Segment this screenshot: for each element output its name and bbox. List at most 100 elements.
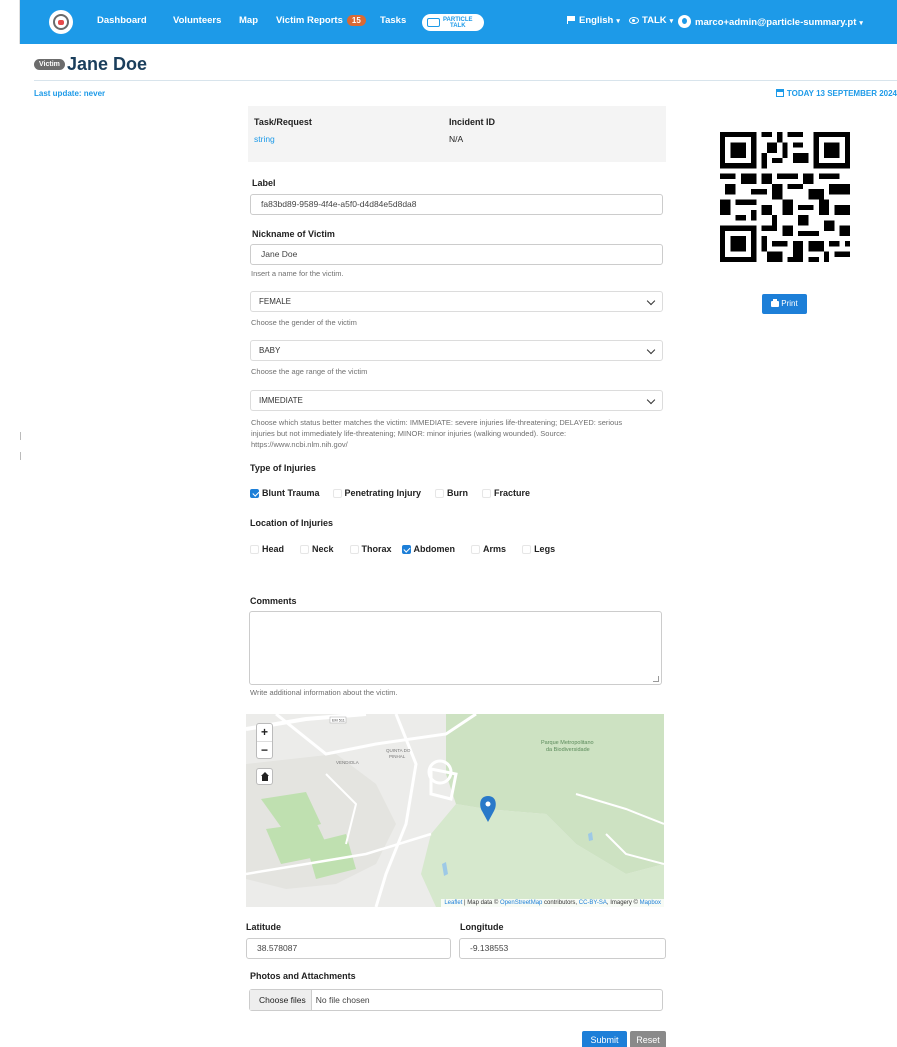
checkbox-fracture[interactable]: Fracture (482, 488, 530, 498)
nav-dashboard[interactable]: Dashboard (97, 15, 147, 26)
osm-link[interactable]: OpenStreetMap (500, 900, 542, 906)
print-button[interactable]: Print (762, 294, 807, 314)
map-label-place: QUINTA DO (386, 748, 411, 753)
page-title: Jane Doe (67, 54, 148, 74)
zoom-in-button[interactable]: + (257, 724, 272, 741)
nav-victim-reports[interactable]: Victim Reports 15 (276, 15, 366, 26)
label-input[interactable]: fa83bd89-9589-4f4e-a5f0-d4d84e5d8da8 (250, 194, 663, 215)
leaflet-link[interactable]: Leaflet (444, 900, 462, 906)
reset-button[interactable]: Reset (630, 1031, 666, 1047)
checkbox-label: Neck (312, 544, 334, 554)
zoom-out-button[interactable]: − (257, 741, 272, 758)
file-status-text: No file chosen (315, 995, 370, 1005)
caret-down-icon: ▾ (669, 18, 674, 25)
status-help: Choose which status better matches the v… (251, 417, 671, 450)
header-divider (34, 80, 897, 81)
status-selected-value: IMMEDIATE (259, 396, 303, 405)
checkbox-unchecked-icon[interactable] (522, 544, 532, 554)
age-help: Choose the age range of the victim (251, 367, 368, 376)
today-date: TODAY 13 SEPTEMBER 2024 (775, 89, 897, 98)
checkbox-label: Arms (483, 544, 507, 554)
checkbox-neck[interactable]: Neck (300, 544, 334, 554)
caret-down-icon: ▾ (859, 20, 863, 27)
mapbox-link[interactable]: Mapbox (640, 900, 661, 906)
attribution-text: | Map data © (462, 900, 501, 906)
age-range-select[interactable]: BABY (250, 340, 663, 361)
longitude-input[interactable]: -9.138553 (459, 938, 666, 959)
map-attribution: Leaflet | Map data © OpenStreetMap contr… (441, 899, 664, 907)
injury-location-checkboxes: Head Neck Thorax Abdomen Arms Legs (250, 544, 571, 554)
checkbox-label: Penetrating Injury (344, 488, 422, 498)
qr-code (720, 132, 850, 262)
checkbox-unchecked-icon[interactable] (250, 544, 259, 554)
location-map[interactable]: Parque Metropolitano da Biodiversidade Q… (246, 714, 664, 907)
status-select[interactable]: IMMEDIATE (250, 390, 663, 411)
task-request-link[interactable]: string (254, 134, 275, 144)
checkbox-arms[interactable]: Arms (471, 544, 506, 554)
latitude-label: Latitude (246, 922, 281, 932)
gender-select[interactable]: FEMALE (250, 291, 663, 312)
attribution-text: contributors, (542, 900, 579, 906)
chevron-down-icon (646, 395, 656, 405)
injury-type-checkboxes: Blunt Trauma Penetrating Injury Burn Fra… (250, 488, 546, 498)
checkbox-blunt-trauma[interactable]: Blunt Trauma (250, 488, 320, 498)
checkbox-legs[interactable]: Legs (522, 544, 555, 554)
label-field-label: Label (252, 178, 276, 188)
talk-dropdown[interactable]: TALK ▾ (629, 15, 673, 26)
nav-tasks[interactable]: Tasks (380, 15, 406, 26)
latitude-input[interactable]: 38.578087 (246, 938, 451, 959)
license-link[interactable]: CC-BY-SA (579, 900, 607, 906)
zoom-control: + − (256, 723, 273, 759)
checkbox-label: Fracture (494, 488, 531, 498)
home-icon[interactable] (256, 768, 273, 785)
checkbox-checked-icon[interactable] (250, 488, 259, 498)
map-label-place: VENDIOLA (336, 760, 359, 765)
user-dropdown[interactable]: marco+admin@particle-summary.pt ▾ (678, 15, 863, 28)
checkbox-unchecked-icon[interactable] (300, 544, 310, 554)
calendar-icon (775, 89, 784, 97)
checkbox-unchecked-icon[interactable] (332, 488, 342, 498)
map-tiles: Parque Metropolitano da Biodiversidade Q… (246, 714, 664, 907)
nav-map[interactable]: Map (239, 15, 258, 26)
victim-reports-count-badge: 15 (346, 15, 366, 26)
printer-icon (771, 299, 780, 307)
map-label-place: PINHAL (389, 754, 406, 759)
gender-selected-value: FEMALE (259, 297, 292, 306)
checkbox-unchecked-icon[interactable] (435, 488, 445, 498)
task-request-label: Task/Request (254, 117, 312, 127)
comments-label: Comments (250, 596, 297, 606)
app-logo[interactable] (49, 10, 73, 34)
checkbox-unchecked-icon[interactable] (482, 488, 492, 498)
checkbox-head[interactable]: Head (250, 544, 284, 554)
left-border-mark (20, 432, 21, 440)
checkbox-penetrating-injury[interactable]: Penetrating Injury (332, 488, 422, 498)
logo-heart-icon (53, 14, 69, 30)
language-dropdown[interactable]: English ▾ (567, 15, 620, 26)
photos-label: Photos and Attachments (250, 971, 356, 981)
checkbox-thorax[interactable]: Thorax (349, 544, 392, 554)
choose-files-button[interactable]: Choose files (250, 990, 312, 1010)
checkbox-unchecked-icon[interactable] (349, 544, 359, 554)
user-email: marco+admin@particle-summary.pt (695, 17, 857, 28)
resize-handle-icon[interactable] (653, 676, 659, 682)
comments-textarea[interactable] (249, 611, 662, 685)
submit-button[interactable]: Submit (582, 1031, 627, 1047)
map-label-park: Parque Metropolitano (541, 740, 594, 746)
file-input[interactable]: Choose files No file chosen (249, 989, 663, 1011)
nickname-help: Insert a name for the victim. (251, 269, 344, 278)
particle-talk-logo[interactable]: PARTICLE TALK (422, 14, 484, 31)
checkbox-checked-icon[interactable] (401, 544, 411, 554)
nav-victim-reports-label: Victim Reports (276, 15, 343, 26)
nickname-input[interactable]: Jane Doe (250, 244, 663, 265)
incident-id-label: Incident ID (449, 117, 496, 127)
checkbox-burn[interactable]: Burn (435, 488, 468, 498)
chevron-down-icon (646, 296, 656, 306)
checkbox-unchecked-icon[interactable] (471, 544, 481, 554)
checkbox-abdomen[interactable]: Abdomen (401, 544, 456, 554)
checkbox-label: Burn (447, 488, 469, 498)
checkbox-label: Abdomen (413, 544, 456, 554)
chevron-down-icon (646, 345, 656, 355)
checkbox-label: Blunt Trauma (262, 488, 320, 498)
age-selected-value: BABY (259, 346, 281, 355)
nav-volunteers[interactable]: Volunteers (173, 15, 221, 26)
